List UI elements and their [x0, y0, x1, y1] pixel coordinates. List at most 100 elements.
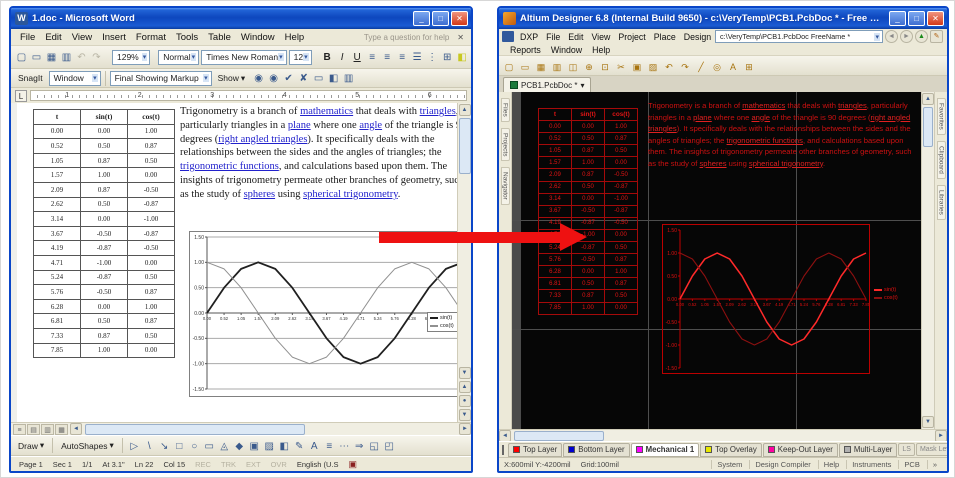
toggle-ext[interactable]: EXT [246, 460, 261, 469]
menu-window[interactable]: Window [236, 31, 280, 44]
place-text-icon[interactable]: A [726, 58, 740, 74]
menu-dxp[interactable]: DXP [516, 32, 542, 42]
menu-help[interactable]: Help [280, 31, 310, 44]
panel-tab-files[interactable]: Files [501, 98, 510, 122]
highlight-change-icon[interactable]: ◧ [326, 70, 341, 86]
pcb-editor-canvas[interactable]: tsin(t)cos(t)0.000.001.000.520.500.871.0… [512, 92, 921, 429]
trig-paragraph[interactable]: Trigonometry is a branch of mathematics … [180, 105, 457, 202]
new-document-icon[interactable]: ▢ [502, 58, 516, 74]
layer-tab-keep-out-layer[interactable]: Keep-Out Layer [763, 443, 838, 457]
current-layer-swatch[interactable] [502, 445, 504, 455]
snagit-button[interactable]: SnagIt [14, 72, 47, 84]
browse-prev-icon[interactable]: ▲ [459, 381, 471, 393]
hyperlink[interactable]: trigonometric functions [727, 136, 803, 145]
up-arrow-icon[interactable]: ▲ [915, 30, 928, 43]
scrollbar-thumb[interactable] [923, 107, 933, 147]
hyperlink[interactable]: angle [359, 120, 382, 131]
clipart-icon[interactable]: ▣ [247, 438, 262, 454]
menu-window[interactable]: Window [546, 44, 587, 56]
zoom-in-icon[interactable]: ⊕ [582, 58, 596, 74]
style-combo[interactable]: Normal▾ [158, 50, 199, 65]
bold-icon[interactable]: B [320, 49, 335, 65]
line-color-icon[interactable]: ✎ [292, 438, 307, 454]
status-button-pcb[interactable]: PCB [898, 460, 924, 469]
select-arrow-icon[interactable]: ▷ [127, 438, 142, 454]
toggle-rec[interactable]: REC [195, 460, 211, 469]
highlight-icon[interactable]: ◧ [455, 49, 470, 65]
line-spacing-icon[interactable]: ☰ [410, 49, 425, 65]
menu-edit[interactable]: Edit [564, 32, 587, 42]
font-color-icon[interactable]: A [470, 49, 473, 65]
scroll-right-icon[interactable]: ► [935, 430, 947, 442]
status-button-system[interactable]: System [711, 460, 747, 469]
new-document-icon[interactable]: ▢ [14, 49, 29, 65]
hyperlink[interactable]: trigonometric functions [180, 161, 279, 172]
panel-tab-projects[interactable]: Projects [501, 128, 510, 161]
horizontal-ruler[interactable]: 123456 [30, 90, 467, 101]
draw-menu-button[interactable]: Draw▾ [14, 439, 48, 452]
open-icon[interactable]: ▭ [518, 58, 532, 74]
layer-tab-top-layer[interactable]: Top Layer [508, 443, 562, 457]
forward-icon[interactable]: ► [900, 30, 913, 43]
spellcheck-icon[interactable]: ▣ [349, 459, 358, 470]
menu-format[interactable]: Format [131, 31, 171, 44]
scroll-up-icon[interactable]: ▲ [922, 93, 934, 105]
arrow-icon[interactable]: ↘ [157, 438, 172, 454]
diagram-icon[interactable]: ◆ [232, 438, 247, 454]
menu-insert[interactable]: Insert [97, 31, 131, 44]
font-color-icon[interactable]: A [307, 438, 322, 454]
maximize-button[interactable]: □ [908, 11, 925, 26]
hyperlink[interactable]: spherical trigonometry [749, 159, 823, 168]
reviewing-pane-icon[interactable]: ▥ [341, 70, 356, 86]
copy-icon[interactable]: ▣ [630, 58, 644, 74]
dxp-icon[interactable] [502, 31, 514, 42]
layer-tab-top-overlay[interactable]: Top Overlay [700, 443, 762, 457]
pcb-document-tab[interactable]: PCB1.PcbDoc * ▾ [503, 77, 591, 92]
menu-tools[interactable]: Tools [171, 31, 203, 44]
close-button[interactable]: ✕ [927, 11, 944, 26]
hyperlink[interactable]: spherical trigonometry [303, 189, 398, 200]
status-button-instruments[interactable]: Instruments [846, 460, 896, 469]
scroll-right-icon[interactable]: ► [459, 423, 471, 435]
hyperlink[interactable]: angle [751, 113, 770, 122]
open-icon[interactable]: ▭ [29, 49, 44, 65]
document-page[interactable]: tsin(t)cos(t)0.000.001.000.520.500.871.0… [11, 103, 457, 422]
route-icon[interactable]: ⊞ [742, 58, 756, 74]
browse-next-icon[interactable]: ▼ [459, 409, 471, 421]
cut-icon[interactable]: ✂ [614, 58, 628, 74]
menu-place[interactable]: Place [650, 32, 680, 42]
hyperlink[interactable]: right angled triangles [218, 134, 307, 145]
zoom-combo[interactable]: 129%▾ [112, 50, 150, 65]
zoom-fit-icon[interactable]: ⊡ [598, 58, 612, 74]
picture-icon[interactable]: ▨ [262, 438, 277, 454]
hyperlink[interactable]: plane [693, 113, 712, 122]
scroll-left-icon[interactable]: ◄ [499, 430, 511, 442]
dash-style-icon[interactable]: ⋯ [337, 438, 352, 454]
panel-tab-navigator[interactable]: Navigator [501, 167, 510, 205]
altium-titlebar[interactable]: Altium Designer 6.8 (Internal Build 9650… [499, 8, 947, 29]
panel-tab-favorites[interactable]: Favorites [937, 98, 946, 135]
underline-icon[interactable]: U [350, 49, 365, 65]
maximize-button[interactable]: □ [432, 11, 449, 26]
autoshapes-menu-button[interactable]: AutoShapes▾ [57, 439, 118, 452]
back-icon[interactable]: ◄ [885, 30, 898, 43]
menu-project[interactable]: Project [614, 32, 649, 42]
arrow-style-icon[interactable]: ⇒ [352, 438, 367, 454]
menu-design[interactable]: Design [680, 32, 715, 42]
redo-icon[interactable]: ↷ [678, 58, 692, 74]
numbering-icon[interactable]: ⋮ [425, 49, 440, 65]
minimize-button[interactable]: _ [889, 11, 906, 26]
browse-select-icon[interactable]: ● [459, 395, 471, 407]
undo-icon[interactable]: ↶ [662, 58, 676, 74]
status-button-design-compiler[interactable]: Design Compiler [749, 460, 815, 469]
hyperlink[interactable]: spheres [700, 159, 727, 168]
print-icon[interactable]: ▥ [550, 58, 564, 74]
toggle-trk[interactable]: TRK [221, 460, 236, 469]
scrollbar-thumb[interactable] [459, 118, 471, 174]
document-address-combo[interactable]: c:\VeryTemp\PCB1.PcbDoc FreeName *▾ [715, 30, 883, 43]
align-right-icon[interactable]: ≡ [395, 49, 410, 65]
menu-table[interactable]: Table [203, 31, 236, 44]
vertical-scrollbar[interactable]: ▲ ▼ ▲ ● ▼ [457, 103, 471, 422]
oval-icon[interactable]: ○ [187, 438, 202, 454]
wordart-icon[interactable]: ◬ [217, 438, 232, 454]
